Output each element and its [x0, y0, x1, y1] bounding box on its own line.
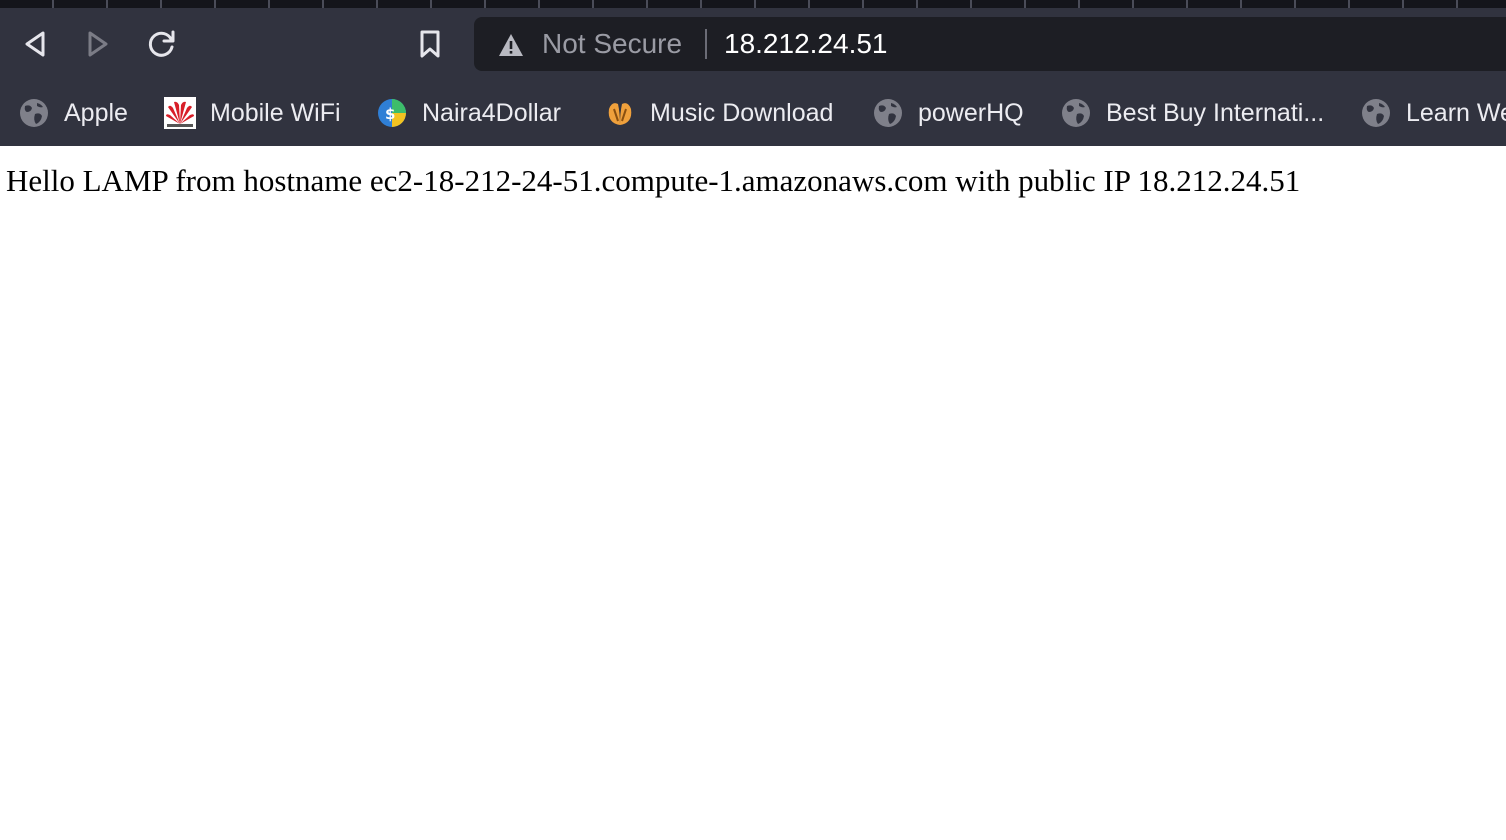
back-button[interactable] — [17, 26, 53, 62]
reload-icon — [148, 30, 175, 57]
address-bar[interactable]: Not Secure 18.212.24.51 — [474, 17, 1506, 71]
bookmark-icon — [420, 30, 440, 58]
bookmark-music-download[interactable]: Music Download — [604, 80, 833, 146]
bookmark-apple[interactable]: Apple — [18, 80, 128, 146]
globe-icon — [20, 99, 48, 127]
bookmark-label: Music Download — [650, 98, 834, 127]
url-text[interactable]: 18.212.24.51 — [724, 30, 888, 58]
bookmark-label: Best Buy Internati... — [1106, 98, 1325, 127]
orange-leaf-icon — [608, 103, 632, 125]
globe-icon — [1362, 99, 1390, 127]
bookmark-learn-web[interactable]: Learn We — [1360, 80, 1506, 146]
security-status-label[interactable]: Not Secure — [542, 30, 682, 58]
bookmark-label: Naira4Dollar — [422, 98, 561, 127]
bookmark-naira4dollar[interactable]: $ Naira4Dollar — [376, 80, 561, 146]
bookmark-label: Mobile WiFi — [210, 98, 341, 127]
globe-icon — [874, 99, 902, 127]
svg-text:$: $ — [385, 105, 395, 123]
forward-arrow-icon — [88, 31, 108, 57]
bookmark-label: Learn We — [1406, 98, 1506, 127]
globe-icon — [1062, 99, 1090, 127]
tab-strip — [0, 0, 1506, 8]
browser-toolbar: Not Secure 18.212.24.51 — [0, 8, 1506, 80]
bookmark-mobile-wifi[interactable]: Mobile WiFi — [164, 80, 341, 146]
reload-button[interactable] — [144, 26, 180, 62]
address-divider — [705, 29, 707, 59]
page-message: Hello LAMP from hostname ec2-18-212-24-5… — [6, 163, 1301, 198]
bookmark-best-buy[interactable]: Best Buy Internati... — [1060, 80, 1324, 146]
bookmark-powerhq[interactable]: powerHQ — [872, 80, 1024, 146]
warning-triangle-icon — [499, 34, 523, 56]
bookmarks-bar: Apple Mobile WiFi $ Naira4Dollar Music D… — [0, 80, 1506, 146]
bookmark-button[interactable] — [412, 26, 448, 62]
bookmark-label: powerHQ — [918, 98, 1024, 127]
huawei-logo-icon — [164, 97, 196, 129]
forward-button[interactable] — [80, 26, 116, 62]
currency-exchange-icon: $ — [378, 99, 406, 127]
back-arrow-icon — [25, 31, 45, 57]
bookmark-label: Apple — [64, 98, 128, 127]
